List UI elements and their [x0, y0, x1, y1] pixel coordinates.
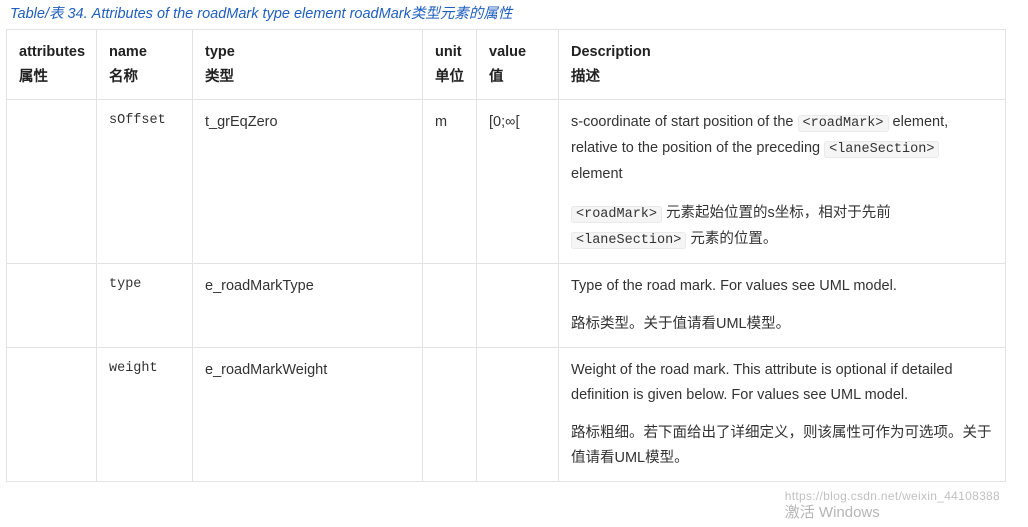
header-en: name	[109, 44, 147, 60]
header-zh: 属性	[19, 69, 48, 85]
header-en: Description	[571, 44, 651, 60]
document-scroll-area[interactable]: Table/表 34. Attributes of the roadMark t…	[0, 0, 1028, 527]
desc-zh: 路标粗细。若下面给出了详细定义，则该属性可作为可选项。关于值请看UML模型。	[571, 421, 993, 470]
cell-description: s-coordinate of start position of the <r…	[559, 100, 1006, 263]
header-zh: 值	[489, 69, 504, 85]
col-type: type 类型	[193, 30, 423, 100]
cell-value: [0;∞[	[477, 100, 559, 263]
cell-attributes	[7, 263, 97, 347]
desc-en: Type of the road mark. For values see UM…	[571, 274, 993, 299]
cell-type: e_roadMarkWeight	[193, 347, 423, 481]
header-en: value	[489, 44, 526, 60]
header-zh: 描述	[571, 69, 600, 85]
code-tag: <roadMark>	[571, 206, 662, 223]
header-en: type	[205, 44, 235, 60]
desc-zh: 路标类型。关于值请看UML模型。	[571, 312, 993, 337]
cell-unit	[423, 263, 477, 347]
cell-name: type	[97, 263, 193, 347]
cell-value	[477, 347, 559, 481]
cell-description: Weight of the road mark. This attribute …	[559, 347, 1006, 481]
code-tag: <roadMark>	[798, 115, 889, 132]
code-tag: <laneSection>	[824, 141, 939, 158]
col-attributes: attributes 属性	[7, 30, 97, 100]
desc-en: Weight of the road mark. This attribute …	[571, 358, 993, 407]
cell-unit	[423, 347, 477, 481]
cell-value	[477, 263, 559, 347]
cell-type: t_grEqZero	[193, 100, 423, 263]
cell-name: sOffset	[97, 100, 193, 263]
cell-unit: m	[423, 100, 477, 263]
table-row: weight e_roadMarkWeight Weight of the ro…	[7, 347, 1006, 481]
cell-description: Type of the road mark. For values see UM…	[559, 263, 1006, 347]
col-value: value 值	[477, 30, 559, 100]
table-row: sOffset t_grEqZero m [0;∞[ s-coordinate …	[7, 100, 1006, 263]
table-row: type e_roadMarkType Type of the road mar…	[7, 263, 1006, 347]
table-caption: Table/表 34. Attributes of the roadMark t…	[0, 0, 1028, 29]
col-description: Description 描述	[559, 30, 1006, 100]
header-en: attributes	[19, 44, 85, 60]
header-en: unit	[435, 44, 462, 60]
cell-attributes	[7, 100, 97, 263]
cell-name: weight	[97, 347, 193, 481]
cell-type: e_roadMarkType	[193, 263, 423, 347]
header-zh: 类型	[205, 69, 234, 85]
col-name: name 名称	[97, 30, 193, 100]
cell-attributes	[7, 347, 97, 481]
col-unit: unit 单位	[423, 30, 477, 100]
attributes-table: attributes 属性 name 名称 type 类型 unit 单位 va…	[6, 29, 1006, 482]
desc-en: s-coordinate of start position of the <r…	[571, 110, 993, 187]
table-header-row: attributes 属性 name 名称 type 类型 unit 单位 va…	[7, 30, 1006, 100]
desc-zh: <roadMark> 元素起始位置的s坐标，相对于先前 <laneSection…	[571, 201, 993, 253]
header-zh: 名称	[109, 69, 138, 85]
code-tag: <laneSection>	[571, 232, 686, 249]
header-zh: 单位	[435, 69, 464, 85]
